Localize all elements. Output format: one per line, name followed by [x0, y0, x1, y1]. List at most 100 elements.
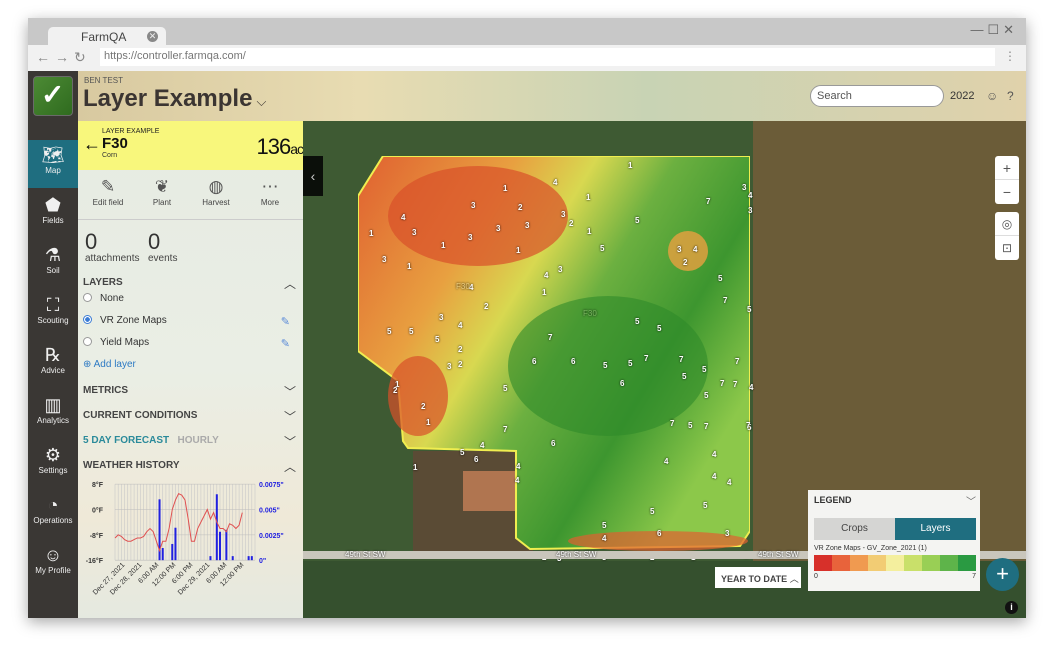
add-layer-button[interactable]: ⊕ Add layer — [83, 359, 136, 370]
rail-item-map[interactable]: 🗺 Map — [28, 140, 78, 188]
action-label: Harvest — [202, 198, 230, 207]
chevron-up-icon: ︿ — [283, 460, 296, 474]
fit-bounds-button[interactable]: ⊡ — [995, 236, 1019, 260]
back-arrow-icon[interactable]: ← — [83, 134, 101, 155]
zone-label: 5 — [602, 521, 607, 530]
back-icon[interactable]: ← — [36, 49, 55, 65]
zoom-out-button[interactable]: − — [995, 180, 1019, 204]
zone-label: 3 — [382, 255, 387, 264]
chevron-down-icon[interactable]: ﹀ — [966, 493, 976, 508]
browser-window: FarmQA ✕ —☐✕ ←→↻ https://controller.farm… — [28, 18, 1026, 618]
maximize-icon[interactable]: ☐ — [987, 22, 1003, 37]
precip-bar — [209, 556, 212, 561]
layer-option-vr-zone-maps[interactable]: VR Zone Maps ✎ — [83, 315, 298, 328]
field-label: F30 — [456, 282, 470, 291]
search-input[interactable]: Search — [810, 85, 944, 107]
events-count[interactable]: 0 events — [148, 231, 188, 265]
tab-crops[interactable]: Crops — [814, 518, 895, 540]
zone-label: 7 — [720, 379, 725, 388]
legend-swatch — [904, 555, 922, 571]
rail-item-label: Advice — [40, 366, 65, 375]
smiley-icon[interactable]: ☺ — [986, 89, 998, 103]
reload-icon[interactable]: ↻ — [74, 49, 91, 65]
zone-label: 1 — [441, 241, 446, 250]
attachments-count[interactable]: 0 attachments — [85, 231, 145, 265]
zone-label: 2 — [518, 203, 523, 212]
zone-label: 4 — [727, 478, 732, 487]
zone-label: 6 — [474, 455, 479, 464]
tab-5-day-forecast[interactable]: 5 DAY FORECAST — [83, 435, 169, 446]
add-button[interactable]: + — [986, 558, 1019, 591]
zone-label: 1 — [407, 262, 412, 271]
tab-layers[interactable]: Layers — [895, 518, 976, 540]
collapse-panel-button[interactable]: ‹ — [303, 156, 323, 196]
more-button[interactable]: ⋯ More — [244, 176, 296, 207]
zone-label: 3 — [748, 206, 753, 215]
layers-section-header[interactable]: LAYERS ︿ — [83, 277, 298, 291]
rail-item-label: Scouting — [37, 316, 69, 325]
rail-item-scouting[interactable]: ⛶ Scouting — [28, 290, 78, 338]
app-logo[interactable]: ✓ — [33, 76, 73, 116]
zone-label: 3 — [412, 228, 417, 237]
info-icon[interactable]: i — [1005, 601, 1018, 614]
chevron-down-icon: ﹀ — [283, 435, 296, 449]
prescription-icon: ℞ — [44, 345, 62, 365]
minimize-icon[interactable]: — — [970, 22, 987, 37]
close-tab-icon[interactable]: ✕ — [147, 31, 158, 42]
rail-item-operations[interactable]: ◔ Operations — [28, 490, 78, 538]
rail-item-analytics[interactable]: ▥ Analytics — [28, 390, 78, 438]
zone-label: 5 — [628, 359, 633, 368]
locate-me-button[interactable]: ◎ — [995, 212, 1019, 236]
edit-layer-icon[interactable]: ✎ — [281, 315, 290, 328]
layer-option-yield-maps[interactable]: Yield Maps ✎ — [83, 337, 298, 350]
zone-map-overlay — [358, 156, 750, 551]
zone-label: 5 — [650, 507, 655, 516]
pumpkin-icon: ◍ — [208, 177, 224, 196]
org-name: BEN TEST — [84, 76, 123, 85]
zone-label: 5 — [603, 361, 608, 370]
gauge-icon: ◔ — [47, 495, 59, 515]
legend-swatch — [958, 555, 976, 571]
edit-layer-icon[interactable]: ✎ — [281, 337, 290, 350]
url-input[interactable]: https://controller.farmqa.com/ — [100, 48, 995, 66]
rail-item-label: My Profile — [35, 566, 71, 575]
current-conditions-header[interactable]: CURRENT CONDITIONS ﹀ — [83, 410, 298, 424]
tab-hourly[interactable]: HOURLY — [177, 435, 218, 446]
metrics-section-header[interactable]: METRICS ﹀ — [83, 385, 298, 399]
harvest-button[interactable]: ◍ Harvest — [190, 176, 242, 207]
help-icon[interactable]: ? — [1007, 89, 1014, 103]
rail-item-fields[interactable]: ⬟ Fields — [28, 190, 78, 238]
rail-item-soil[interactable]: ⚗ Soil — [28, 240, 78, 288]
close-window-icon[interactable]: ✕ — [1003, 22, 1018, 37]
zone-label: 5 — [704, 391, 709, 400]
zone-label: 3 — [677, 245, 682, 254]
zone-label: 4 — [458, 321, 463, 330]
zoom-in-button[interactable]: + — [995, 156, 1019, 180]
weather-history-header[interactable]: WEATHER HISTORY ︿ — [83, 460, 298, 474]
rail-item-label: Analytics — [36, 416, 69, 425]
chevron-left-icon: ‹ — [310, 168, 316, 184]
rail-item-settings[interactable]: ⚙ Settings — [28, 440, 78, 488]
rail-item-my-profile[interactable]: ☺ My Profile — [28, 540, 78, 588]
legend-swatch — [814, 555, 832, 571]
browser-tab[interactable]: FarmQA ✕ — [48, 27, 166, 46]
zone-label: 7 — [733, 380, 738, 389]
edit-field-button[interactable]: ✎ Edit field — [82, 176, 134, 207]
y-tick-label-right: 0.0025" — [259, 533, 284, 540]
forward-icon[interactable]: → — [55, 49, 74, 65]
map-view[interactable]: 1141323233143131153143142345552231215766… — [303, 121, 1026, 618]
zone-label: 5 — [688, 421, 693, 430]
rail-item-label: Soil — [46, 266, 60, 275]
zone-label: 3 — [561, 210, 566, 219]
layer-option-none[interactable]: None — [83, 293, 298, 304]
rail-item-advice[interactable]: ℞ Advice — [28, 340, 78, 388]
browser-menu-icon[interactable]: ⋮ — [1004, 49, 1016, 63]
action-label: More — [260, 198, 280, 207]
page-title[interactable]: Layer Example ⌵ — [83, 85, 266, 113]
time-range-selector[interactable]: YEAR TO DATE ︿ — [715, 567, 801, 588]
year-selector[interactable]: 2022 — [950, 90, 974, 102]
plant-button[interactable]: ❦ Plant — [136, 176, 188, 207]
fields-icon: ⬟ — [45, 195, 61, 215]
zone-label: 7 — [679, 355, 684, 364]
forecast-header[interactable]: 5 DAY FORECAST HOURLY ﹀ — [83, 435, 298, 449]
